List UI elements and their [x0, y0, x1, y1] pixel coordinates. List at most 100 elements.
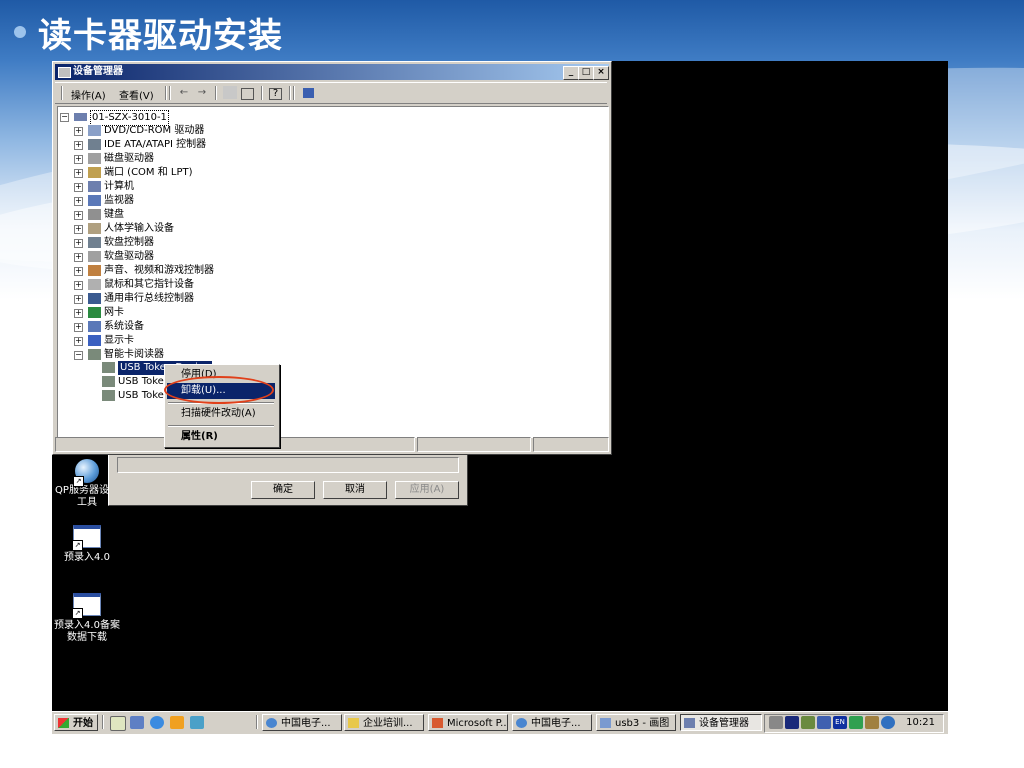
clock-icon[interactable]	[170, 716, 184, 729]
menu-action[interactable]: 操作(A)	[71, 87, 106, 102]
tray-app-icon[interactable]	[817, 716, 831, 729]
desktop-icon[interactable]	[110, 716, 126, 731]
separator	[293, 86, 295, 100]
volume-icon[interactable]	[769, 716, 783, 729]
powerpoint-icon	[432, 718, 443, 728]
expand-icon[interactable]: +	[74, 239, 83, 248]
slide-title: 读卡器驱动安装	[38, 16, 283, 56]
expand-icon[interactable]: +	[74, 281, 83, 290]
desktop-icon-prerecord-download[interactable]: ↗ 预录入4.0备案数据下载	[52, 593, 122, 644]
folder-icon	[348, 718, 359, 728]
shortcut-arrow-icon: ↗	[72, 540, 83, 551]
menu-view[interactable]: 查看(V)	[119, 87, 154, 102]
task-button[interactable]: 企业培训...	[344, 714, 424, 731]
expand-icon[interactable]: +	[74, 309, 83, 318]
device-category-icon	[88, 349, 101, 360]
separator	[169, 86, 171, 100]
expand-icon[interactable]: +	[74, 267, 83, 276]
tray-app-icon[interactable]	[881, 716, 895, 729]
card-reader-icon	[102, 376, 115, 387]
tray-app-icon[interactable]	[865, 716, 879, 729]
paint-icon	[600, 718, 611, 728]
forward-arrow-icon[interactable]: →	[195, 86, 209, 99]
computer-icon[interactable]	[130, 716, 144, 729]
status-panel	[533, 437, 609, 452]
separator	[61, 86, 63, 100]
app-icon[interactable]	[190, 716, 204, 729]
ok-button[interactable]: 确定	[251, 481, 315, 499]
card-reader-icon	[102, 390, 115, 401]
highlight-ellipse	[164, 376, 274, 404]
device-category-icon	[88, 237, 101, 248]
expand-icon[interactable]: +	[74, 253, 83, 262]
title-bar: 设备管理器 _ □ ×	[55, 64, 609, 80]
tray-app-icon[interactable]	[849, 716, 863, 729]
separator	[215, 86, 217, 100]
device-category-icon	[88, 167, 101, 178]
close-button[interactable]: ×	[593, 66, 609, 80]
ie-icon	[266, 718, 277, 728]
collapse-icon[interactable]: −	[60, 113, 69, 122]
task-button[interactable]: usb3 - 画图	[596, 714, 676, 731]
expand-icon[interactable]: +	[74, 183, 83, 192]
task-button-active[interactable]: 设备管理器	[680, 714, 762, 731]
device-category-icon	[88, 265, 101, 276]
expand-icon[interactable]: +	[74, 225, 83, 234]
task-button[interactable]: Microsoft P...	[428, 714, 508, 731]
dialog-panel	[117, 457, 459, 473]
help-icon[interactable]: ?	[269, 88, 282, 100]
status-panel	[417, 437, 531, 452]
expand-icon[interactable]: +	[74, 197, 83, 206]
properties-icon[interactable]	[241, 88, 254, 100]
device-category-icon	[88, 125, 101, 136]
clock[interactable]: 10:21	[906, 717, 935, 728]
task-button[interactable]: 中国电子...	[512, 714, 592, 731]
device-category-icon	[88, 307, 101, 318]
minimize-button[interactable]: _	[563, 66, 579, 80]
expand-icon[interactable]: +	[74, 295, 83, 304]
maximize-button[interactable]: □	[578, 66, 594, 80]
expand-icon[interactable]: +	[74, 155, 83, 164]
desktop-icon-prerecord[interactable]: ↗ 预录入4.0	[52, 525, 122, 564]
menu-item-properties[interactable]: 属性(R)	[167, 429, 275, 445]
status-bar	[55, 437, 609, 452]
back-arrow-icon[interactable]: ←	[177, 86, 191, 99]
collapse-icon[interactable]: −	[74, 351, 83, 360]
expand-icon[interactable]: +	[74, 169, 83, 178]
separator	[261, 86, 263, 100]
menu-item-scan-hardware[interactable]: 扫描硬件改动(A)	[167, 406, 275, 422]
window-title: 设备管理器	[73, 66, 123, 77]
separator	[256, 715, 258, 729]
scan-hardware-icon[interactable]	[303, 88, 314, 98]
expand-icon[interactable]: +	[74, 127, 83, 136]
separator	[289, 86, 291, 100]
globe-icon: ↗	[73, 459, 99, 487]
tray-app-icon[interactable]	[801, 716, 815, 729]
menu-toolbar: 操作(A) 查看(V) ← → ?	[55, 82, 607, 104]
ie-icon	[516, 718, 527, 728]
taskbar: 开始 中国电子... 企业培训... Microsoft P... 中国电子..…	[52, 711, 948, 734]
system-tray: EN 10:21	[764, 714, 944, 733]
folder-icon[interactable]	[223, 86, 237, 99]
ie-icon[interactable]	[150, 716, 164, 729]
language-icon[interactable]: EN	[833, 716, 847, 729]
cancel-button[interactable]: 取消	[323, 481, 387, 499]
separator	[165, 86, 167, 100]
task-button[interactable]: 中国电子...	[262, 714, 342, 731]
device-category-icon	[88, 279, 101, 290]
expand-icon[interactable]: +	[74, 211, 83, 220]
expand-icon[interactable]: +	[74, 337, 83, 346]
separator	[102, 715, 104, 729]
apply-button[interactable]: 应用(A)	[395, 481, 459, 499]
windows-logo-icon	[58, 718, 69, 728]
title-bullet	[14, 26, 26, 38]
shortcut-arrow-icon: ↗	[73, 476, 84, 487]
expand-icon[interactable]: +	[74, 141, 83, 150]
device-category-icon	[88, 321, 101, 332]
expand-icon[interactable]: +	[74, 323, 83, 332]
card-reader-icon	[102, 362, 115, 373]
start-button[interactable]: 开始	[54, 714, 98, 731]
window-icon: ↗	[72, 525, 101, 551]
network-icon[interactable]	[785, 716, 799, 729]
device-category-icon	[88, 153, 101, 164]
